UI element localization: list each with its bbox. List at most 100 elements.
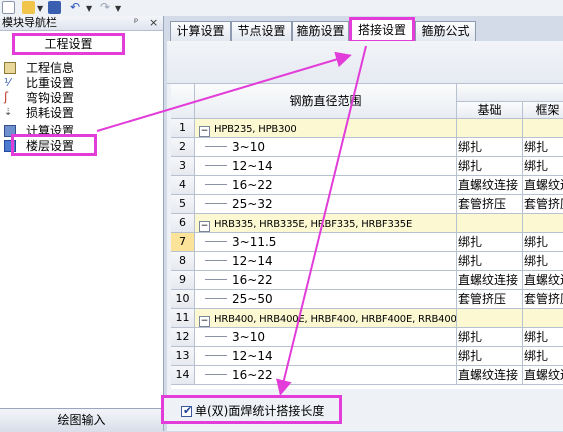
range-label: 16~22 — [232, 273, 273, 287]
chevron-down-icon[interactable]: ▼ — [115, 4, 121, 13]
table-row[interactable]: 2 3~10 绑扎 绑扎 — [171, 138, 563, 157]
row-number[interactable]: 12 — [171, 328, 195, 347]
diameter-range-cell[interactable]: 25~32 — [195, 195, 457, 214]
frame-cell[interactable]: 绑扎 — [523, 328, 563, 347]
diameter-range-cell[interactable]: − HPB235, HPB300 — [195, 119, 457, 138]
undo-icon[interactable]: ↶ — [70, 1, 83, 14]
row-number[interactable]: 6 — [171, 214, 195, 233]
diameter-range-cell[interactable]: 12~14 — [195, 252, 457, 271]
table-group-row[interactable]: 11− HRB400, HRB400E, HRBF400, HRBF400E, R… — [171, 309, 563, 328]
diameter-range-cell[interactable]: 16~22 — [195, 366, 457, 385]
foundation-cell[interactable]: 直螺纹连接 — [457, 271, 523, 290]
redo-icon[interactable]: ↷ — [100, 1, 113, 14]
row-number[interactable]: 8 — [171, 252, 195, 271]
diameter-range-cell[interactable]: − HRB400, HRB400E, HRBF400, HRBF400E, RRB… — [195, 309, 457, 328]
frame-cell[interactable]: 直螺纹连 — [523, 366, 563, 385]
foundation-cell[interactable] — [457, 119, 523, 138]
foundation-cell[interactable]: 直螺纹连接 — [457, 366, 523, 385]
foundation-cell[interactable]: 套管挤压 — [457, 290, 523, 309]
foundation-cell[interactable] — [457, 309, 523, 328]
weld-lap-checkbox-label[interactable]: 单(双)面焊统计搭接长度 — [195, 405, 324, 418]
tree-connector — [205, 355, 227, 356]
row-number[interactable]: 10 — [171, 290, 195, 309]
table-row[interactable]: 9 16~22 直螺纹连接直螺纹连 — [171, 271, 563, 290]
open-folder-icon[interactable] — [22, 1, 35, 14]
tab-calc-settings[interactable]: 计算设置 — [170, 21, 231, 41]
frame-cell[interactable]: 套管挤压 — [523, 290, 563, 309]
table-row[interactable]: 4 16~22 直螺纹连接直螺纹连 — [171, 176, 563, 195]
table-row[interactable]: 7 3~11.5 绑扎 绑扎 — [171, 233, 563, 252]
foundation-cell[interactable]: 套管挤压 — [457, 195, 523, 214]
range-label: 16~22 — [232, 178, 273, 192]
checkmark-icon: ✔ — [183, 404, 193, 417]
tree-connector — [205, 374, 227, 375]
panel-top-band — [167, 41, 563, 84]
range-label: 12~14 — [232, 349, 273, 363]
table-row[interactable]: 10 25~50 套管挤压套管挤压 — [171, 290, 563, 309]
frame-cell[interactable] — [523, 214, 563, 233]
diameter-range-cell[interactable]: 3~10 — [195, 328, 457, 347]
diameter-range-cell[interactable]: 25~50 — [195, 290, 457, 309]
tab-stirrup-formula[interactable]: 箍筋公式 — [415, 21, 476, 41]
table-row[interactable]: 12 3~10 绑扎 绑扎 — [171, 328, 563, 347]
row-number[interactable]: 14 — [171, 366, 195, 385]
frame-cell[interactable]: 绑扎 — [523, 157, 563, 176]
frame-cell[interactable]: 直螺纹连 — [523, 176, 563, 195]
row-number[interactable]: 4 — [171, 176, 195, 195]
frame-cell[interactable]: 绑扎 — [523, 252, 563, 271]
foundation-cell[interactable]: 绑扎 — [457, 157, 523, 176]
foundation-cell[interactable]: 绑扎 — [457, 233, 523, 252]
row-number[interactable]: 13 — [171, 347, 195, 366]
range-label: 12~14 — [232, 159, 273, 173]
row-number[interactable]: 5 — [171, 195, 195, 214]
chevron-down-icon[interactable]: ▼ — [86, 4, 92, 13]
diameter-range-cell[interactable]: 3~11.5 — [195, 233, 457, 252]
tab-stirrup-settings[interactable]: 箍筋设置 — [292, 21, 349, 41]
table-group-row[interactable]: 1− HPB235, HPB300 — [171, 119, 563, 138]
row-number[interactable]: 7 — [171, 233, 195, 252]
diameter-range-cell[interactable]: 3~10 — [195, 138, 457, 157]
frame-cell[interactable]: 绑扎 — [523, 138, 563, 157]
table-row[interactable]: 14 16~22 直螺纹连接直螺纹连 — [171, 366, 563, 385]
tab-node-settings[interactable]: 节点设置 — [231, 21, 292, 41]
table-row[interactable]: 3 12~14 绑扎 绑扎 — [171, 157, 563, 176]
foundation-cell[interactable]: 绑扎 — [457, 252, 523, 271]
weld-lap-checkbox[interactable]: ✔ — [181, 404, 193, 417]
chevron-down-icon[interactable]: ▼ — [37, 4, 43, 13]
frame-cell[interactable]: 直螺纹连 — [523, 271, 563, 290]
row-number[interactable]: 1 — [171, 119, 195, 138]
row-number[interactable]: 11 — [171, 309, 195, 328]
row-number[interactable]: 9 — [171, 271, 195, 290]
row-number[interactable]: 3 — [171, 157, 195, 176]
close-icon[interactable]: × — [149, 16, 158, 30]
foundation-cell[interactable] — [457, 214, 523, 233]
row-number[interactable]: 2 — [171, 138, 195, 157]
table-row[interactable]: 5 25~32 套管挤压套管挤压 — [171, 195, 563, 214]
frame-cell[interactable]: 绑扎 — [523, 233, 563, 252]
diameter-range-cell[interactable]: 12~14 — [195, 347, 457, 366]
tab-lap-settings[interactable]: 搭接设置 — [349, 17, 415, 43]
collapse-icon[interactable]: − — [199, 316, 210, 327]
frame-cell[interactable]: 绑扎 — [523, 347, 563, 366]
foundation-cell[interactable]: 绑扎 — [457, 138, 523, 157]
collapse-icon[interactable]: − — [199, 126, 210, 137]
table-group-row[interactable]: 6− HRB335, HRB335E, HRBF335, HRBF335E — [171, 214, 563, 233]
diameter-range-cell[interactable]: 12~14 — [195, 157, 457, 176]
save-icon[interactable] — [48, 1, 61, 14]
frame-cell[interactable] — [523, 119, 563, 138]
new-file-icon[interactable] — [2, 1, 15, 14]
collapse-icon[interactable]: − — [199, 221, 210, 232]
foundation-cell[interactable]: 绑扎 — [457, 347, 523, 366]
foundation-cell[interactable]: 绑扎 — [457, 328, 523, 347]
frame-cell[interactable]: 套管挤压 — [523, 195, 563, 214]
table-row[interactable]: 8 12~14 绑扎 绑扎 — [171, 252, 563, 271]
table-row[interactable]: 13 12~14 绑扎 绑扎 — [171, 347, 563, 366]
frame-cell[interactable] — [523, 309, 563, 328]
project-settings-section[interactable]: 工程设置 — [12, 33, 125, 55]
drawing-input-button[interactable]: 绘图输入 — [0, 408, 163, 432]
pin-icon[interactable]: ᵖ — [134, 16, 138, 30]
diameter-range-cell[interactable]: − HRB335, HRB335E, HRBF335, HRBF335E — [195, 214, 457, 233]
diameter-range-cell[interactable]: 16~22 — [195, 176, 457, 195]
diameter-range-cell[interactable]: 16~22 — [195, 271, 457, 290]
foundation-cell[interactable]: 直螺纹连接 — [457, 176, 523, 195]
